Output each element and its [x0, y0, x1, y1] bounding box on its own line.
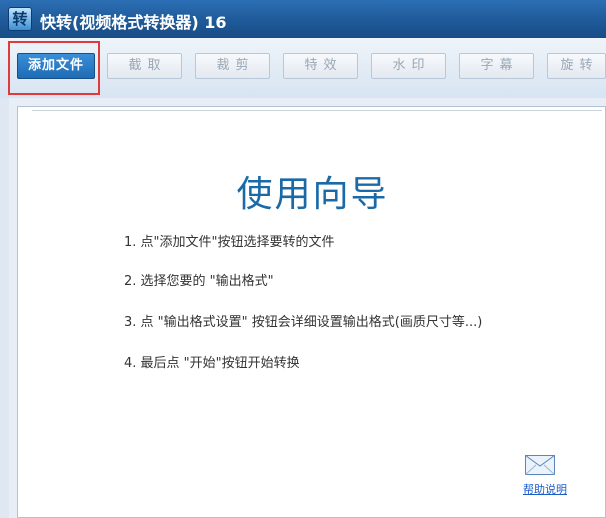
subtitle-button[interactable]: 字幕	[459, 53, 534, 79]
title-bar: 转 快转(视频格式转换器) 16	[0, 0, 606, 38]
add-file-button[interactable]: 添加文件	[17, 53, 95, 79]
rotate-button[interactable]: 旋转	[547, 53, 606, 79]
watermark-button[interactable]: 水印	[371, 53, 446, 79]
guide-step-2: 2. 选择您要的 "输出格式"	[124, 274, 274, 289]
guide-panel: 使用向导 1. 点"添加文件"按钮选择要转的文件 2. 选择您要的 "输出格式"…	[17, 106, 606, 518]
help-link[interactable]: 帮助说明	[515, 481, 575, 497]
help-link-group[interactable]: 帮助说明	[515, 453, 575, 499]
content-frame: 使用向导 1. 点"添加文件"按钮选择要转的文件 2. 选择您要的 "输出格式"…	[9, 98, 606, 518]
guide-step-3: 3. 点 "输出格式设置" 按钮会详细设置输出格式(画质尺寸等...)	[124, 315, 483, 330]
app-logo-icon: 转	[8, 7, 32, 31]
top-divider	[32, 110, 602, 111]
window-title: 快转(视频格式转换器) 16	[40, 13, 227, 32]
guide-step-1: 1. 点"添加文件"按钮选择要转的文件	[124, 235, 335, 250]
effects-button[interactable]: 特效	[283, 53, 358, 79]
mail-icon	[525, 455, 555, 475]
crop-button[interactable]: 裁剪	[195, 53, 270, 79]
guide-title: 使用向导	[236, 174, 389, 215]
trim-button[interactable]: 截取	[107, 53, 182, 79]
guide-step-4: 4. 最后点 "开始"按钮开始转换	[124, 356, 300, 371]
toolbar: 添加文件 截取 裁剪 特效 水印 字幕 旋转	[0, 38, 606, 98]
